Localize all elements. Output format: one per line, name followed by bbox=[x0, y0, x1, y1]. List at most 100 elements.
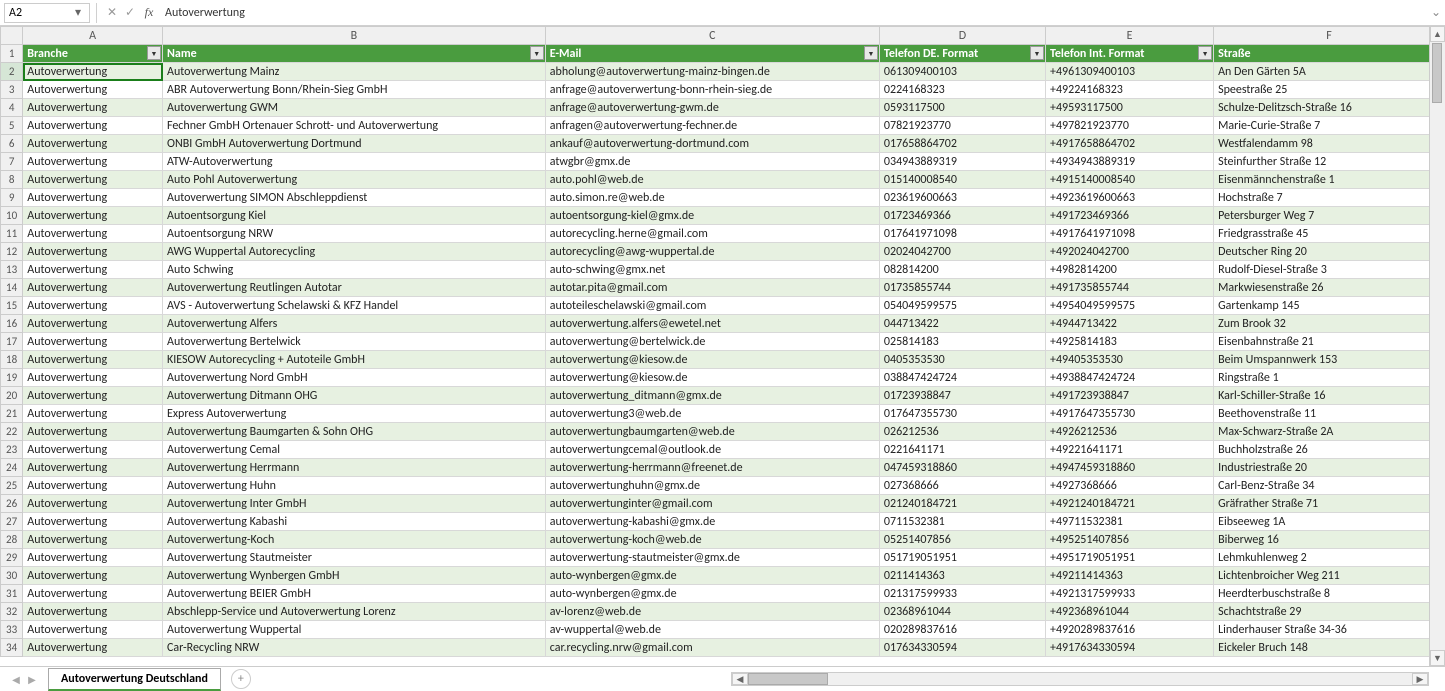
cell[interactable]: ATW-Autoverwertung bbox=[163, 153, 546, 171]
row-number[interactable]: 5 bbox=[1, 117, 23, 135]
row-number[interactable]: 10 bbox=[1, 207, 23, 225]
name-box-dropdown-icon[interactable]: ▾ bbox=[71, 5, 85, 20]
cell[interactable]: Karl-Schiller-Straße 16 bbox=[1214, 387, 1445, 405]
cell[interactable]: Auto Schwing bbox=[163, 261, 546, 279]
scroll-up-icon[interactable]: ▲ bbox=[1430, 26, 1445, 42]
cell[interactable]: Rudolf-Diesel-Straße 3 bbox=[1214, 261, 1445, 279]
cell[interactable]: Autoverwertung SIMON Abschleppdienst bbox=[163, 189, 546, 207]
cell[interactable]: +491735855744 bbox=[1045, 279, 1213, 297]
cell[interactable]: 038847424724 bbox=[879, 369, 1045, 387]
sheet-tab-active[interactable]: Autoverwertung Deutschland bbox=[48, 668, 221, 691]
cell[interactable]: Autoverwertung bbox=[23, 135, 163, 153]
cell[interactable]: Autoverwertung Huhn bbox=[163, 477, 546, 495]
cell[interactable]: 034943889319 bbox=[879, 153, 1045, 171]
row-number[interactable]: 8 bbox=[1, 171, 23, 189]
cell[interactable]: +4917658864702 bbox=[1045, 135, 1213, 153]
cell[interactable]: 025814183 bbox=[879, 333, 1045, 351]
cell[interactable]: 0711532381 bbox=[879, 513, 1045, 531]
row-number[interactable]: 19 bbox=[1, 369, 23, 387]
row-number[interactable]: 28 bbox=[1, 531, 23, 549]
cell[interactable]: 02368961044 bbox=[879, 603, 1045, 621]
select-all-corner[interactable] bbox=[1, 27, 23, 45]
cell[interactable]: auto.pohl@web.de bbox=[545, 171, 879, 189]
cell[interactable]: autoverwertung-koch@web.de bbox=[545, 531, 879, 549]
cell[interactable]: autoverwertung.alfers@ewetel.net bbox=[545, 315, 879, 333]
row-number[interactable]: 11 bbox=[1, 225, 23, 243]
cell[interactable]: autoverwertunginter@gmail.com bbox=[545, 495, 879, 513]
cell[interactable]: Gräfrather Straße 71 bbox=[1214, 495, 1445, 513]
cell[interactable]: Autoverwertung bbox=[23, 261, 163, 279]
cell[interactable]: Westfalendamm 98 bbox=[1214, 135, 1445, 153]
cell[interactable]: Autoverwertung bbox=[23, 621, 163, 639]
cell[interactable]: Linderhauser Straße 34-36 bbox=[1214, 621, 1445, 639]
cell[interactable]: Autoverwertung Inter GmbH bbox=[163, 495, 546, 513]
row-number[interactable]: 18 bbox=[1, 351, 23, 369]
cell[interactable]: Beethovenstraße 11 bbox=[1214, 405, 1445, 423]
row-number[interactable]: 12 bbox=[1, 243, 23, 261]
cell[interactable]: autorecycling.herne@gmail.com bbox=[545, 225, 879, 243]
cell[interactable]: 015140008540 bbox=[879, 171, 1045, 189]
cell[interactable]: Abschlepp-Service und Autoverwertung Lor… bbox=[163, 603, 546, 621]
cell[interactable]: +4982814200 bbox=[1045, 261, 1213, 279]
cell[interactable]: ankauf@autoverwertung-dortmund.com bbox=[545, 135, 879, 153]
row-number[interactable]: 29 bbox=[1, 549, 23, 567]
cell[interactable]: +4926212536 bbox=[1045, 423, 1213, 441]
cell[interactable]: AWG Wuppertal Autorecycling bbox=[163, 243, 546, 261]
cell[interactable]: Marie-Curie-Straße 7 bbox=[1214, 117, 1445, 135]
table-header-F[interactable]: Straße▼ bbox=[1214, 45, 1445, 63]
cell[interactable]: 023619600663 bbox=[879, 189, 1045, 207]
cell[interactable]: Autoverwertung bbox=[23, 405, 163, 423]
row-number[interactable]: 25 bbox=[1, 477, 23, 495]
col-header-F[interactable]: F bbox=[1214, 27, 1445, 45]
cell[interactable]: autoverwertung@bertelwick.de bbox=[545, 333, 879, 351]
spreadsheet-table[interactable]: ABCDEF1Branche▼Name▼E-Mail▼Telefon DE. F… bbox=[0, 26, 1445, 657]
cell[interactable]: 01735855744 bbox=[879, 279, 1045, 297]
cell[interactable]: 0593117500 bbox=[879, 99, 1045, 117]
cell[interactable]: Autoverwertung Bertelwick bbox=[163, 333, 546, 351]
cell[interactable]: autoverwertunghuhn@gmx.de bbox=[545, 477, 879, 495]
col-header-E[interactable]: E bbox=[1045, 27, 1213, 45]
cell[interactable]: autoverwertung-herrmann@freenet.de bbox=[545, 459, 879, 477]
col-header-C[interactable]: C bbox=[545, 27, 879, 45]
cell[interactable]: 017658864702 bbox=[879, 135, 1045, 153]
cell[interactable]: 0224168323 bbox=[879, 81, 1045, 99]
vscroll-thumb[interactable] bbox=[1432, 43, 1442, 103]
cell[interactable]: 0211414363 bbox=[879, 567, 1045, 585]
cell[interactable]: auto-wynbergen@gmx.de bbox=[545, 585, 879, 603]
cell[interactable]: 051719051951 bbox=[879, 549, 1045, 567]
cell[interactable]: Autoverwertung bbox=[23, 441, 163, 459]
cell[interactable]: Autoverwertung bbox=[23, 189, 163, 207]
cell[interactable]: autoverwertung_ditmann@gmx.de bbox=[545, 387, 879, 405]
cell[interactable]: +4944713422 bbox=[1045, 315, 1213, 333]
cell[interactable]: auto-wynbergen@gmx.de bbox=[545, 567, 879, 585]
cell[interactable]: Autoverwertung bbox=[23, 171, 163, 189]
confirm-icon[interactable]: ✓ bbox=[121, 5, 139, 20]
cell[interactable]: 044713422 bbox=[879, 315, 1045, 333]
row-number[interactable]: 6 bbox=[1, 135, 23, 153]
cell[interactable]: Autoverwertung Reutlingen Autotar bbox=[163, 279, 546, 297]
filter-dropdown-icon[interactable]: ▼ bbox=[1030, 46, 1044, 60]
horizontal-scrollbar[interactable]: ◀ ▶ bbox=[731, 672, 1429, 686]
scroll-left-icon[interactable]: ◀ bbox=[732, 673, 748, 685]
cell[interactable]: Autoverwertung bbox=[23, 117, 163, 135]
row-number[interactable]: 9 bbox=[1, 189, 23, 207]
cell[interactable]: Autoverwertung Wuppertal bbox=[163, 621, 546, 639]
cell[interactable]: 01723469366 bbox=[879, 207, 1045, 225]
cell[interactable]: Autoverwertung Kabashi bbox=[163, 513, 546, 531]
name-box[interactable]: A2 ▾ bbox=[4, 3, 90, 23]
cell[interactable]: +4915140008540 bbox=[1045, 171, 1213, 189]
cell[interactable]: Autoverwertung bbox=[23, 567, 163, 585]
cell[interactable]: +492368961044 bbox=[1045, 603, 1213, 621]
cell[interactable]: 020289837616 bbox=[879, 621, 1045, 639]
cell[interactable]: +4920289837616 bbox=[1045, 621, 1213, 639]
cell[interactable]: Autoverwertung bbox=[23, 333, 163, 351]
cell[interactable]: 0405353530 bbox=[879, 351, 1045, 369]
row-number[interactable]: 17 bbox=[1, 333, 23, 351]
row-number[interactable]: 27 bbox=[1, 513, 23, 531]
cell[interactable]: An Den Gärten 5A bbox=[1214, 63, 1445, 81]
table-header-D[interactable]: Telefon DE. Format▼ bbox=[879, 45, 1045, 63]
cell[interactable]: 021240184721 bbox=[879, 495, 1045, 513]
cell[interactable]: +4923619600663 bbox=[1045, 189, 1213, 207]
cell[interactable]: Autoverwertung Mainz bbox=[163, 63, 546, 81]
cell[interactable]: Eickeler Bruch 148 bbox=[1214, 639, 1445, 657]
